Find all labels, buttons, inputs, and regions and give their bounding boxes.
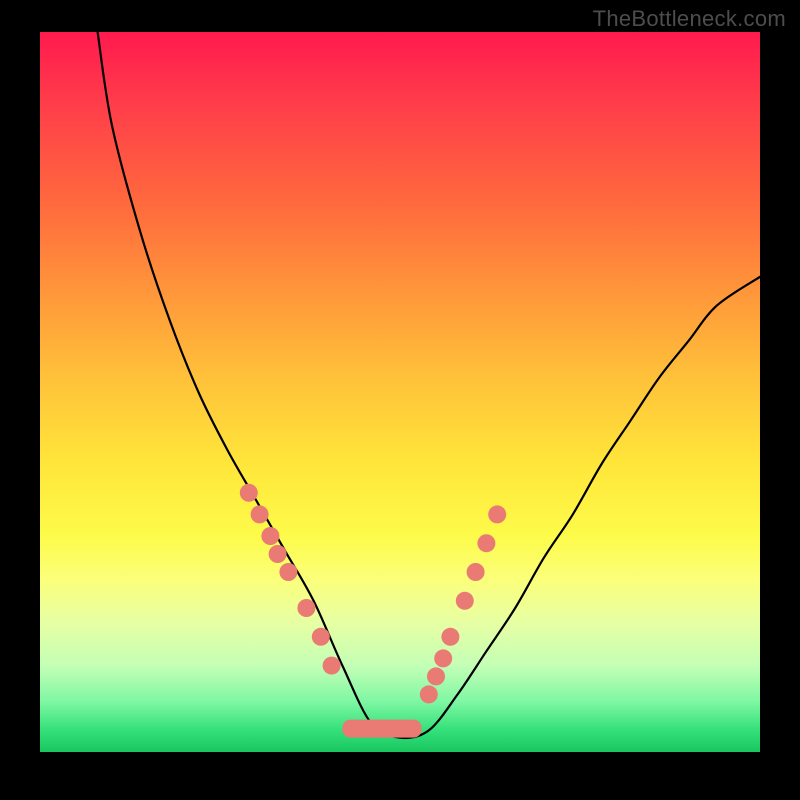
marker-dot xyxy=(240,484,258,502)
marker-dot xyxy=(269,545,287,563)
marker-dot xyxy=(427,667,445,685)
plot-area xyxy=(40,32,760,752)
marker-dot xyxy=(420,685,438,703)
marker-dot xyxy=(297,599,315,617)
marker-dot xyxy=(441,628,459,646)
marker-dot xyxy=(467,563,485,581)
chart-frame: TheBottleneck.com xyxy=(0,0,800,800)
watermark-text: TheBottleneck.com xyxy=(593,6,786,32)
marker-dot-group xyxy=(240,484,506,704)
marker-dot xyxy=(312,628,330,646)
marker-dot xyxy=(261,527,279,545)
bottleneck-curve xyxy=(98,32,760,738)
trough-marker-band xyxy=(342,720,421,738)
marker-dot xyxy=(251,505,269,523)
chart-svg xyxy=(40,32,760,752)
marker-dot xyxy=(279,563,297,581)
marker-dot xyxy=(434,649,452,667)
marker-dot xyxy=(456,592,474,610)
marker-dot xyxy=(477,534,495,552)
marker-dot xyxy=(323,657,341,675)
marker-dot xyxy=(488,505,506,523)
